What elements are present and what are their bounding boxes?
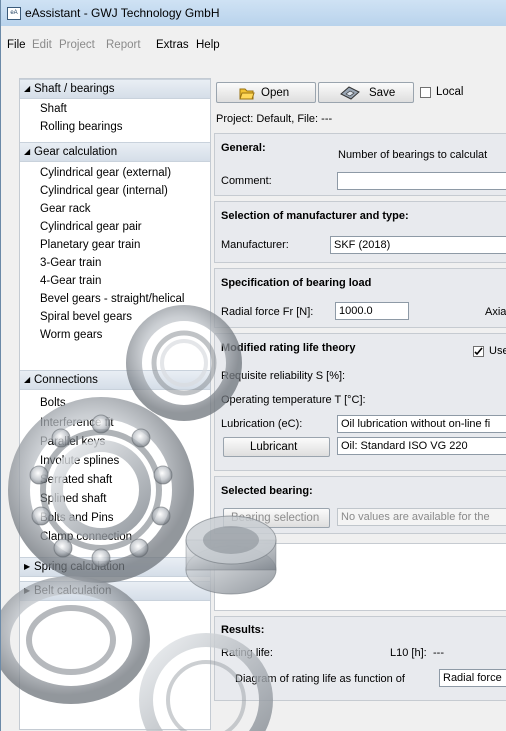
expanded-triangle-icon: ◢ bbox=[24, 147, 31, 156]
lubrication-select[interactable]: Oil lubrication without on-line fi bbox=[337, 415, 506, 433]
general-section: General: Number of bearings to calculat … bbox=[214, 133, 506, 196]
nav-item-shaft[interactable]: Shaft bbox=[40, 103, 67, 115]
menu-extras[interactable]: Extras bbox=[156, 39, 189, 51]
diagram-parameter-select[interactable]: Radial force bbox=[439, 669, 506, 687]
manufacturer-select[interactable]: SKF (2018) bbox=[330, 236, 506, 254]
results-section: Results: Rating life: L10 [h]: --- Diagr… bbox=[214, 616, 506, 701]
l10-value: --- bbox=[433, 647, 444, 659]
manufacturer-label: Manufacturer: bbox=[221, 239, 289, 251]
nav-header-shaft-bearings[interactable]: ◢ Shaft / bearings bbox=[20, 79, 210, 99]
nav-item-cyl-gear-external[interactable]: Cylindrical gear (external) bbox=[40, 167, 171, 179]
folder-open-icon bbox=[239, 88, 255, 100]
menu-bar: File Edit Project Report Extras Help bbox=[1, 34, 506, 56]
title-bar: eA eAssistant - GWJ Technology GmbH bbox=[1, 0, 506, 26]
nav-item-cyl-gear-internal[interactable]: Cylindrical gear (internal) bbox=[40, 185, 168, 197]
save-disk-icon bbox=[340, 86, 360, 100]
nav-item-splined-shaft[interactable]: Splined shaft bbox=[40, 493, 107, 505]
comment-field[interactable] bbox=[337, 172, 506, 190]
menu-file[interactable]: File bbox=[7, 39, 26, 51]
app-logo-icon: eA bbox=[7, 7, 21, 20]
use-modified-checkbox[interactable] bbox=[473, 346, 484, 357]
lubrication-label: Lubrication (eC): bbox=[221, 418, 303, 430]
collapsed-triangle-icon: ▶ bbox=[24, 562, 31, 571]
nav-item-4-gear-train[interactable]: 4-Gear train bbox=[40, 275, 101, 287]
operating-temperature-label: Operating temperature T [°C]: bbox=[221, 394, 366, 406]
bearing-calculation-panel: Open Save Local Project: Default, File: … bbox=[212, 78, 506, 728]
nav-item-bolts-and-pins[interactable]: Bolts and Pins bbox=[40, 512, 114, 524]
bearings-count-text: Number of bearings to calculat bbox=[338, 149, 488, 161]
checkmark-icon bbox=[474, 347, 483, 356]
comment-label: Comment: bbox=[221, 175, 272, 187]
diagram-label: Diagram of rating life as function of bbox=[235, 673, 405, 685]
expanded-triangle-icon: ◢ bbox=[24, 84, 31, 93]
menu-report[interactable]: Report bbox=[106, 39, 141, 51]
nav-item-worm-gears[interactable]: Worm gears bbox=[40, 329, 102, 341]
local-label: Local bbox=[436, 86, 464, 98]
radial-force-input[interactable]: 1000.0 bbox=[335, 302, 409, 320]
modified-rating-life-section: Modified rating life theory Use Requisit… bbox=[214, 333, 506, 471]
nav-item-bolts[interactable]: Bolts bbox=[40, 397, 66, 409]
nav-header-spring-calculation[interactable]: ▶ Spring calculation bbox=[20, 557, 210, 577]
reliability-label: Requisite reliability S [%]: bbox=[221, 370, 346, 382]
menu-edit[interactable]: Edit bbox=[32, 39, 52, 51]
radial-force-label: Radial force Fr [N]: bbox=[221, 306, 314, 318]
app-window: eA eAssistant - GWJ Technology GmbH File… bbox=[0, 0, 506, 731]
save-button[interactable]: Save bbox=[318, 82, 414, 103]
selected-bearing-field: No values are available for the bbox=[337, 508, 506, 526]
nav-item-cyl-gear-pair[interactable]: Cylindrical gear pair bbox=[40, 221, 142, 233]
manufacturer-section: Selection of manufacturer and type: Manu… bbox=[214, 201, 506, 263]
nav-item-bevel-gears[interactable]: Bevel gears - straight/helical bbox=[40, 293, 184, 305]
results-text-area[interactable] bbox=[214, 543, 506, 611]
nav-item-interference-fit[interactable]: Interference fit bbox=[40, 417, 114, 429]
nav-header-connections[interactable]: ◢ Connections bbox=[20, 370, 210, 390]
bearing-selection-button[interactable]: Bearing selection bbox=[223, 508, 330, 528]
lubricant-button[interactable]: Lubricant bbox=[223, 437, 330, 457]
l10-label: L10 [h]: bbox=[390, 647, 427, 659]
nav-item-serrated-shaft[interactable]: Serrated shaft bbox=[40, 474, 112, 486]
selected-bearing-section: Selected bearing: Bearing selection No v… bbox=[214, 476, 506, 534]
nav-header-gear-calculation[interactable]: ◢ Gear calculation bbox=[20, 142, 210, 162]
navigation-sidebar: ◢ Shaft / bearings Shaft Rolling bearing… bbox=[19, 78, 211, 730]
window-title: eAssistant - GWJ Technology GmbH bbox=[25, 6, 220, 20]
menu-project[interactable]: Project bbox=[59, 39, 95, 51]
rating-life-label: Rating life: bbox=[221, 647, 273, 659]
nav-item-involute-splines[interactable]: Involute splines bbox=[40, 455, 119, 467]
nav-item-clamp-connection[interactable]: Clamp connection bbox=[40, 531, 132, 543]
local-checkbox[interactable] bbox=[420, 87, 431, 98]
expanded-triangle-icon: ◢ bbox=[24, 375, 31, 384]
bearing-load-section: Specification of bearing load Radial for… bbox=[214, 268, 506, 328]
menu-help[interactable]: Help bbox=[196, 39, 220, 51]
nav-item-rolling-bearings[interactable]: Rolling bearings bbox=[40, 121, 122, 133]
nav-header-belt-calculation[interactable]: ▶ Belt calculation bbox=[20, 581, 210, 601]
nav-item-spiral-bevel-gears[interactable]: Spiral bevel gears bbox=[40, 311, 132, 323]
open-button[interactable]: Open bbox=[216, 82, 316, 103]
nav-item-3-gear-train[interactable]: 3-Gear train bbox=[40, 257, 101, 269]
collapsed-triangle-icon: ▶ bbox=[24, 586, 31, 595]
oil-select[interactable]: Oil: Standard ISO VG 220 bbox=[337, 437, 506, 455]
nav-item-parallel-keys[interactable]: Parallel keys bbox=[40, 436, 105, 448]
use-modified-label: Use bbox=[489, 345, 506, 357]
project-file-line: Project: Default, File: --- bbox=[216, 113, 333, 125]
nav-item-planetary-gear-train[interactable]: Planetary gear train bbox=[40, 239, 140, 251]
axial-force-label: Axial bbox=[485, 306, 506, 318]
nav-item-gear-rack[interactable]: Gear rack bbox=[40, 203, 91, 215]
